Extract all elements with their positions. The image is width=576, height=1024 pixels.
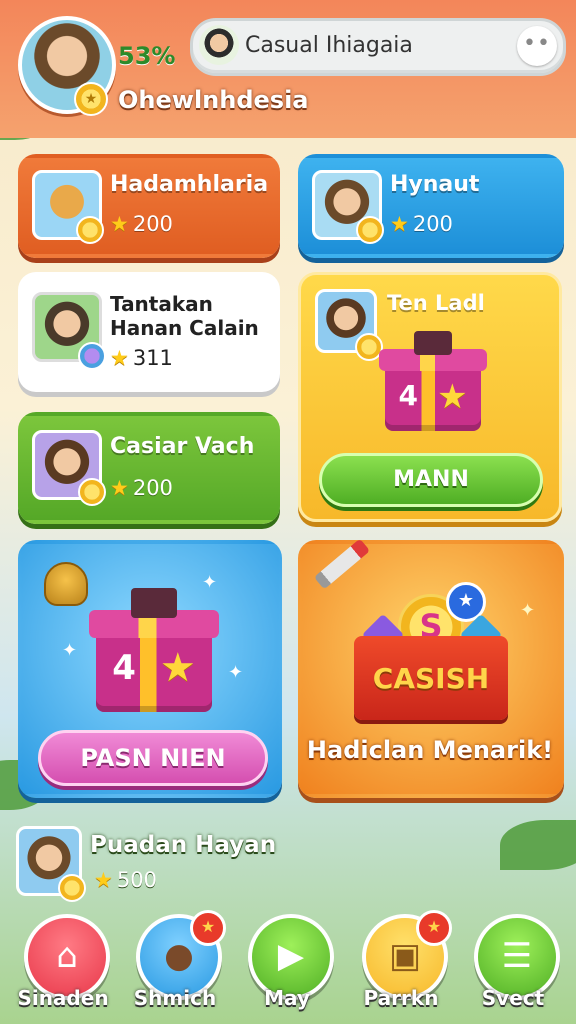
star-icon: ★ — [110, 212, 129, 236]
player-card[interactable]: Tantakan Hanan Calain ★ 311 — [18, 272, 280, 392]
bottom-player-row[interactable]: Puadan Hayan ★ 500 — [16, 826, 316, 902]
top-bar: ★ 53% Ohewlnhdesia Casual Ihiagaia •• — [0, 0, 576, 138]
card-title: Hadamhlaria — [110, 172, 269, 197]
star-icon: ★ — [110, 346, 129, 370]
coin-icon: ★ — [74, 82, 108, 116]
player-score: ★ 500 — [94, 868, 157, 892]
card-title: Ten Ladl — [387, 291, 485, 315]
card-title: Casiar Vach — [110, 434, 255, 459]
sparkle-icon: ✦ — [62, 640, 78, 661]
reward-card[interactable]: Ten Ladl 4 ★ MANN — [298, 272, 562, 522]
coin-icon — [356, 216, 384, 244]
card-score: ★ 200 — [390, 212, 453, 236]
star-icon: ★ — [390, 212, 409, 236]
star-icon: ★ — [110, 476, 129, 500]
game-scene: ★ 53% Ohewlnhdesia Casual Ihiagaia •• Ha… — [0, 0, 576, 1024]
bottom-navigation: ⌂ Sinaden ● ★ Shmich ▶ May ▣ ★ Parrkn ☰ … — [0, 906, 576, 1024]
notification-badge: ★ — [416, 910, 452, 946]
mode-avatar — [199, 25, 239, 65]
mascot-icon — [44, 562, 88, 606]
foliage-decoration — [500, 820, 576, 870]
cash-box-label: CASISH — [372, 662, 490, 695]
card-score: ★ 311 — [110, 346, 173, 370]
coin-icon — [76, 216, 104, 244]
gift-box-icon: 4 ★ — [89, 588, 219, 712]
nav-label: May — [264, 986, 310, 1010]
sparkle-icon: ✦ — [520, 600, 536, 621]
card-score: ★ 200 — [110, 212, 173, 236]
claim-button[interactable]: MANN — [319, 453, 543, 507]
nav-label: Svect — [481, 986, 545, 1010]
coin-icon — [78, 478, 106, 506]
game-mode-pill[interactable]: Casual Ihiagaia •• — [190, 18, 566, 76]
nav-label: Shmich — [133, 986, 217, 1010]
star-icon: ★ — [94, 868, 113, 892]
player-card[interactable]: Casiar Vach ★ 200 — [18, 412, 280, 524]
game-mode-title: Casual Ihiagaia — [245, 33, 413, 58]
progress-percent: 53% — [118, 42, 176, 70]
reward-caption: Hadiclan Menarik! — [306, 736, 554, 764]
open-gift-button[interactable]: PASN NIEN — [38, 730, 268, 786]
player-card[interactable]: Hynaut ★ 200 — [298, 154, 564, 258]
more-dots-icon[interactable]: •• — [517, 26, 557, 66]
player-name: Puadan Hayan — [90, 832, 277, 858]
card-title: Hynaut — [390, 172, 480, 197]
nav-label: Sinaden — [17, 986, 109, 1010]
player-name: Ohewlnhdesia — [118, 86, 309, 114]
cash-box-icon: CASISH — [354, 636, 508, 720]
gift-card[interactable]: ✦ ✦ ✦ 4 ★ PASN NIEN — [18, 540, 282, 798]
gift-box-icon: 4 ★ — [379, 331, 487, 431]
coin-icon — [58, 874, 86, 902]
card-title: Tantakan Hanan Calain — [110, 292, 259, 340]
player-card[interactable]: Hadamhlaria ★ 200 — [18, 154, 280, 258]
nav-label: Parrkn — [363, 986, 439, 1010]
notification-badge: ★ — [190, 910, 226, 946]
gem-icon — [78, 342, 106, 370]
card-score: ★ 200 — [110, 476, 173, 500]
sparkle-icon: ✦ — [228, 662, 244, 683]
